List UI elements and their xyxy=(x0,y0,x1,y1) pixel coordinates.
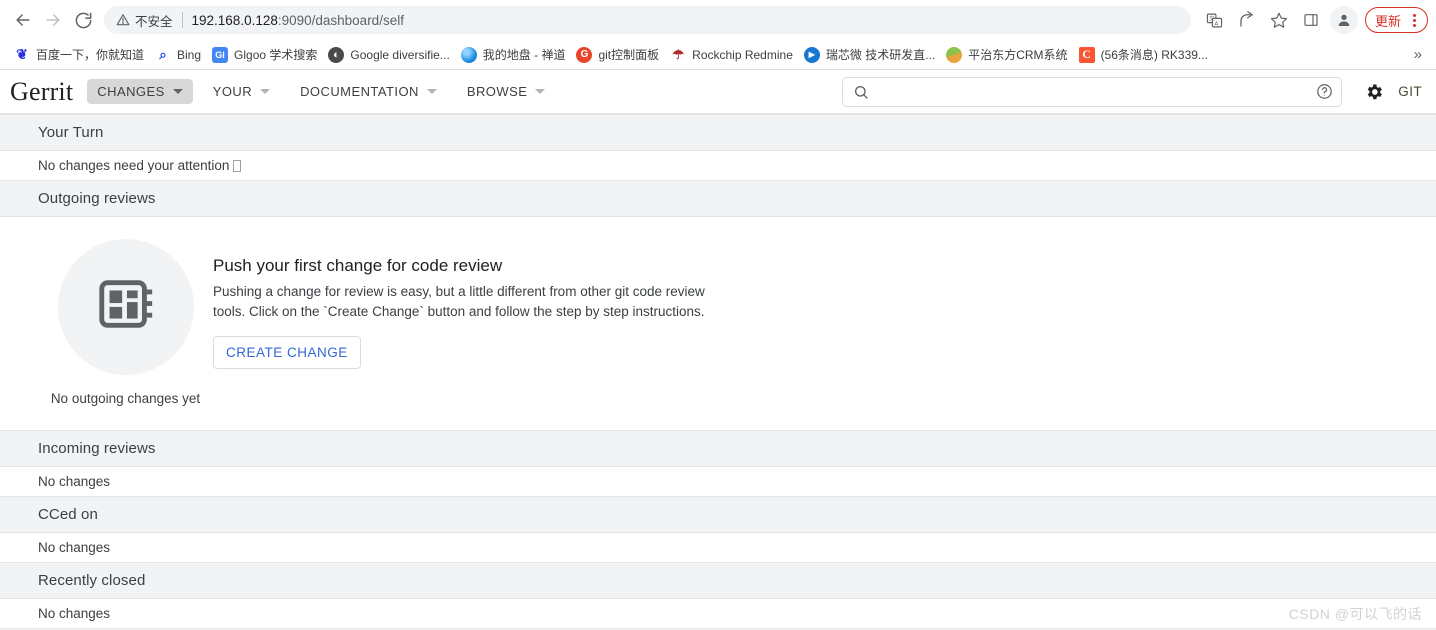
bookmark-label: 平治东方CRM系统 xyxy=(968,48,1068,62)
share-icon[interactable] xyxy=(1233,6,1261,34)
gerrit-logo[interactable]: Gerrit xyxy=(10,78,73,105)
bookmark-star-icon[interactable] xyxy=(1265,6,1293,34)
bookmark-label: (56条消息) RK339... xyxy=(1100,48,1208,62)
bing-search-icon: ⌕ xyxy=(159,46,167,62)
section-header-incoming-reviews: Incoming reviews xyxy=(0,430,1436,467)
bookmark-item[interactable]: Gl Glgoo 学术搜索 xyxy=(208,44,324,66)
tab-browse-label: BROWSE xyxy=(466,84,528,99)
glgoo-icon: Gl xyxy=(212,46,229,63)
tab-your[interactable]: YOUR xyxy=(203,79,280,104)
section-header-your-turn: Your Turn xyxy=(0,114,1436,151)
section-body-your-turn: No changes need your attention xyxy=(0,151,1436,180)
side-panel-icon[interactable] xyxy=(1297,6,1325,34)
bookmarks-overflow-icon[interactable]: » xyxy=(1408,46,1428,63)
gerrit-app-header: Gerrit CHANGES YOUR DOCUMENTATION BROWSE xyxy=(0,70,1436,114)
crm-icon xyxy=(946,46,963,63)
bookmark-label: Bing xyxy=(177,47,202,62)
redmine-icon: ☂ xyxy=(672,46,684,62)
bookmark-label: Google diversifie... xyxy=(350,47,450,62)
notebook-placeholder-icon xyxy=(95,274,157,341)
update-button[interactable]: 更新 xyxy=(1364,7,1428,33)
bookmark-label: Glgoo 学术搜索 xyxy=(234,48,318,62)
bookmark-label: Rockchip Redmine xyxy=(692,47,793,62)
reload-icon[interactable] xyxy=(68,5,98,35)
missing-glyph-icon xyxy=(233,160,242,172)
chevron-down-icon xyxy=(260,89,271,94)
bookmark-item[interactable]: ❦ 百度一下，你就知道 xyxy=(10,44,151,66)
globe-icon: ◐ xyxy=(328,46,345,63)
section-body-incoming-reviews: No changes xyxy=(0,467,1436,496)
dashboard-content: Your Turn No changes need your attention… xyxy=(0,114,1436,630)
csdn-icon: C xyxy=(1078,46,1095,63)
back-arrow-icon[interactable] xyxy=(8,5,38,35)
update-button-label: 更新 xyxy=(1374,13,1401,29)
create-change-button[interactable]: CREATE CHANGE xyxy=(213,336,361,369)
bookmark-item[interactable]: 我的地盘 - 禅道 xyxy=(457,44,573,66)
browser-toolbar: 不安全 192.168.0.128:9090/dashboard/self 文A… xyxy=(0,0,1436,40)
bookmark-label: 百度一下，你就知道 xyxy=(36,48,145,62)
chevron-down-icon xyxy=(535,89,546,94)
bookmarks-bar: ❦ 百度一下，你就知道 ⌕ Bing Gl Glgoo 学术搜索 ◐ Google di… xyxy=(0,40,1436,70)
empty-state-caption: No outgoing changes yet xyxy=(50,391,201,406)
empty-state-illustration: No outgoing changes yet xyxy=(38,239,213,406)
bookmark-item[interactable]: ◐ Google diversifie... xyxy=(324,44,456,66)
bookmark-item[interactable]: C (56条消息) RK339... xyxy=(1075,44,1215,66)
empty-state-description: Pushing a change for review is easy, but… xyxy=(213,284,705,319)
account-label[interactable]: GIT xyxy=(1398,84,1422,99)
section-header-outgoing-reviews: Outgoing reviews xyxy=(0,180,1436,217)
browser-window: 不安全 192.168.0.128:9090/dashboard/self 文A… xyxy=(0,0,1436,630)
forward-arrow-icon[interactable] xyxy=(38,5,68,35)
bookmark-label: 瑞芯微 技术研发直... xyxy=(825,48,936,62)
zentao-icon xyxy=(460,46,477,63)
bookmark-item[interactable]: 平治东方CRM系统 xyxy=(942,44,1074,66)
search-box[interactable] xyxy=(842,76,1343,107)
bookmark-label: 我的地盘 - 禅道 xyxy=(482,48,566,62)
section-header-cced-on: CCed on xyxy=(0,496,1436,533)
section-header-recently-closed: Recently closed xyxy=(0,562,1436,599)
url-path: :9090/dashboard/self xyxy=(277,12,404,28)
baidu-icon: ❦ xyxy=(16,46,28,63)
tab-changes[interactable]: CHANGES xyxy=(87,79,193,104)
translate-icon[interactable]: 文A xyxy=(1201,6,1229,34)
address-bar[interactable]: 不安全 192.168.0.128:9090/dashboard/self xyxy=(104,6,1191,34)
tab-your-label: YOUR xyxy=(212,84,253,99)
your-turn-empty-text: No changes need your attention xyxy=(38,158,230,173)
empty-state-title: Push your first change for code review xyxy=(213,256,503,275)
not-secure-warning-icon xyxy=(116,13,130,27)
omnibox-divider xyxy=(181,12,183,28)
security-status-label: 不安全 xyxy=(135,14,173,29)
bookmark-item[interactable]: ☂ Rockchip Redmine xyxy=(666,44,800,66)
chevron-down-icon xyxy=(172,89,183,94)
help-circle-icon[interactable] xyxy=(1316,83,1333,100)
url-text: 192.168.0.128:9090/dashboard/self xyxy=(191,12,404,28)
tab-documentation[interactable]: DOCUMENTATION xyxy=(290,79,447,104)
search-input[interactable] xyxy=(877,83,1317,100)
outgoing-empty-state: No outgoing changes yet Push your first … xyxy=(0,217,1436,430)
bookmark-item[interactable]: Ggit控制面板 xyxy=(572,44,666,66)
section-body-recently-closed: No changes xyxy=(0,599,1436,628)
empty-circle-background xyxy=(57,239,194,375)
tab-changes-label: CHANGES xyxy=(97,84,165,99)
bookmark-label: git控制面板 xyxy=(598,48,660,62)
bookmark-item[interactable]: ▶ 瑞芯微 技术研发直... xyxy=(800,44,942,66)
chevron-down-icon xyxy=(426,89,437,94)
tab-browse[interactable]: BROWSE xyxy=(457,79,555,104)
git-panel-icon: G xyxy=(576,46,593,63)
profile-avatar-icon[interactable] xyxy=(1329,6,1358,34)
kebab-menu-icon[interactable] xyxy=(1405,9,1423,31)
gerrit-nav-tabs: CHANGES YOUR DOCUMENTATION BROWSE xyxy=(87,79,565,104)
section-body-cced-on: No changes xyxy=(0,533,1436,562)
gear-icon[interactable] xyxy=(1364,82,1384,102)
empty-state-text-block: Push your first change for code review P… xyxy=(213,239,713,406)
bookmark-item[interactable]: ⌕ Bing xyxy=(151,44,208,66)
search-icon xyxy=(853,84,869,100)
tab-documentation-label: DOCUMENTATION xyxy=(300,84,419,99)
rockchip-live-icon: ▶ xyxy=(803,46,820,63)
header-right-tools: GIT xyxy=(842,76,1422,107)
svg-text:A: A xyxy=(1215,21,1219,27)
